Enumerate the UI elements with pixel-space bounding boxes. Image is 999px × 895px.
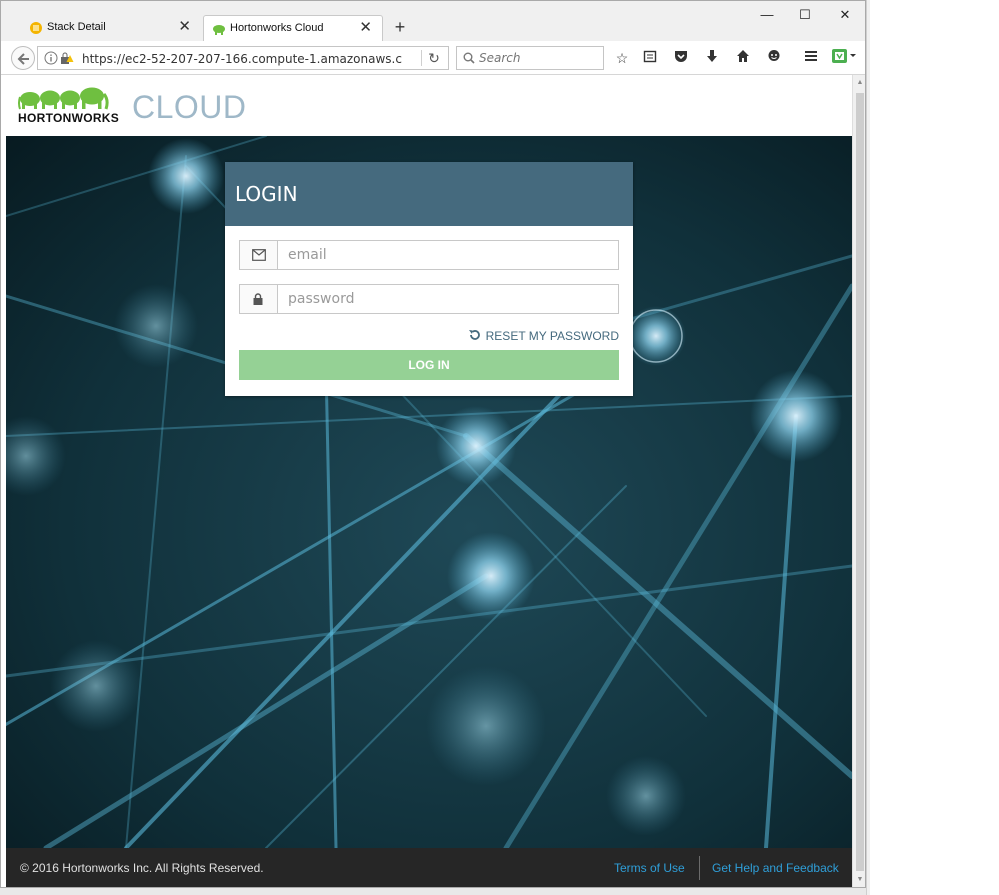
hortonworks-logo[interactable]: HORTONWORKS	[18, 87, 120, 127]
navigation-bar: https://ec2-52-207-207-166.compute-1.ama…	[1, 41, 865, 75]
insecure-lock-warning-icon[interactable]	[60, 51, 74, 65]
elephants-logo-icon	[18, 87, 109, 110]
search-icon	[463, 52, 475, 64]
download-icon[interactable]	[702, 48, 722, 68]
home-icon[interactable]	[733, 48, 753, 68]
hero-background: LOGIN RESET MY PASSWORD LOG	[6, 136, 852, 848]
tab-label: Hortonworks Cloud	[230, 22, 324, 34]
search-input[interactable]	[479, 49, 599, 67]
title-bar: Stack Detail ✕ Hortonworks Cloud ✕ + — ☐…	[1, 1, 865, 41]
browser-window: Stack Detail ✕ Hortonworks Cloud ✕ + — ☐…	[0, 0, 866, 888]
login-header: LOGIN	[225, 162, 633, 226]
background-taskbar-edge	[0, 888, 866, 895]
vertical-scrollbar[interactable]: ▲ ▼	[852, 75, 865, 887]
scrollbar-thumb[interactable]	[856, 93, 864, 871]
reset-icon	[468, 330, 480, 340]
login-button[interactable]: LOG IN	[239, 350, 619, 380]
scroll-down-icon[interactable]: ▼	[856, 876, 864, 884]
terms-of-use-link[interactable]: Terms of Use	[614, 861, 685, 875]
pocket-icon[interactable]	[671, 48, 691, 68]
reload-icon[interactable]: ↻	[426, 50, 442, 66]
app-header: HORTONWORKS CLOUD	[6, 75, 852, 136]
url-divider	[421, 50, 422, 66]
page-footer: © 2016 Hortonworks Inc. All Rights Reser…	[6, 848, 852, 887]
minimize-button[interactable]: —	[755, 5, 779, 25]
url-text: https://ec2-52-207-207-166.compute-1.ama…	[82, 52, 402, 66]
close-tab-icon[interactable]: ✕	[178, 18, 191, 36]
logo-text: HORTONWORKS	[18, 111, 120, 125]
reset-password-label: RESET MY PASSWORD	[485, 329, 619, 343]
back-button[interactable]	[11, 46, 35, 70]
tab-label: Stack Detail	[47, 21, 106, 33]
extension-icon[interactable]	[830, 48, 858, 68]
maximize-button[interactable]: ☐	[793, 5, 817, 25]
copyright-text: © 2016 Hortonworks Inc. All Rights Reser…	[20, 861, 264, 875]
password-input[interactable]	[288, 290, 608, 308]
background-window-border	[866, 0, 870, 895]
search-bar[interactable]	[456, 46, 604, 70]
footer-divider	[699, 856, 700, 880]
email-input[interactable]	[288, 246, 608, 264]
help-feedback-link[interactable]: Get Help and Feedback	[712, 861, 839, 875]
back-arrow-icon	[17, 53, 29, 65]
stack-favicon-icon	[29, 21, 43, 35]
tab-hortonworks-cloud[interactable]: Hortonworks Cloud ✕	[203, 15, 383, 41]
hortonworks-favicon-icon	[212, 22, 226, 36]
product-name: CLOUD	[132, 89, 247, 125]
tab-stack-detail[interactable]: Stack Detail ✕	[21, 15, 201, 41]
page-viewport: HORTONWORKS CLOUD LOGIN email RESET MY P…	[6, 75, 852, 887]
bookmark-star-icon[interactable]: ☆	[612, 48, 632, 68]
password-field[interactable]	[239, 284, 619, 314]
chat-icon[interactable]	[764, 48, 784, 68]
close-tab-icon[interactable]: ✕	[359, 19, 372, 37]
login-title: LOGIN	[235, 182, 298, 206]
scroll-up-icon[interactable]: ▲	[856, 79, 864, 87]
email-field[interactable]	[239, 240, 619, 270]
envelope-icon	[252, 249, 266, 261]
password-addon	[240, 285, 278, 313]
reading-list-icon[interactable]	[640, 48, 660, 68]
login-card: LOGIN RESET MY PASSWORD LOG	[225, 162, 633, 396]
url-bar[interactable]: https://ec2-52-207-207-166.compute-1.ama…	[37, 46, 449, 70]
background-window-edge	[866, 0, 999, 895]
info-icon[interactable]	[44, 51, 58, 65]
close-window-button[interactable]: ✕	[833, 5, 857, 25]
lock-icon	[253, 293, 263, 305]
new-tab-button[interactable]: +	[391, 17, 409, 37]
email-addon	[240, 241, 278, 269]
menu-icon[interactable]	[801, 48, 821, 68]
reset-password-link[interactable]: RESET MY PASSWORD	[468, 328, 619, 343]
